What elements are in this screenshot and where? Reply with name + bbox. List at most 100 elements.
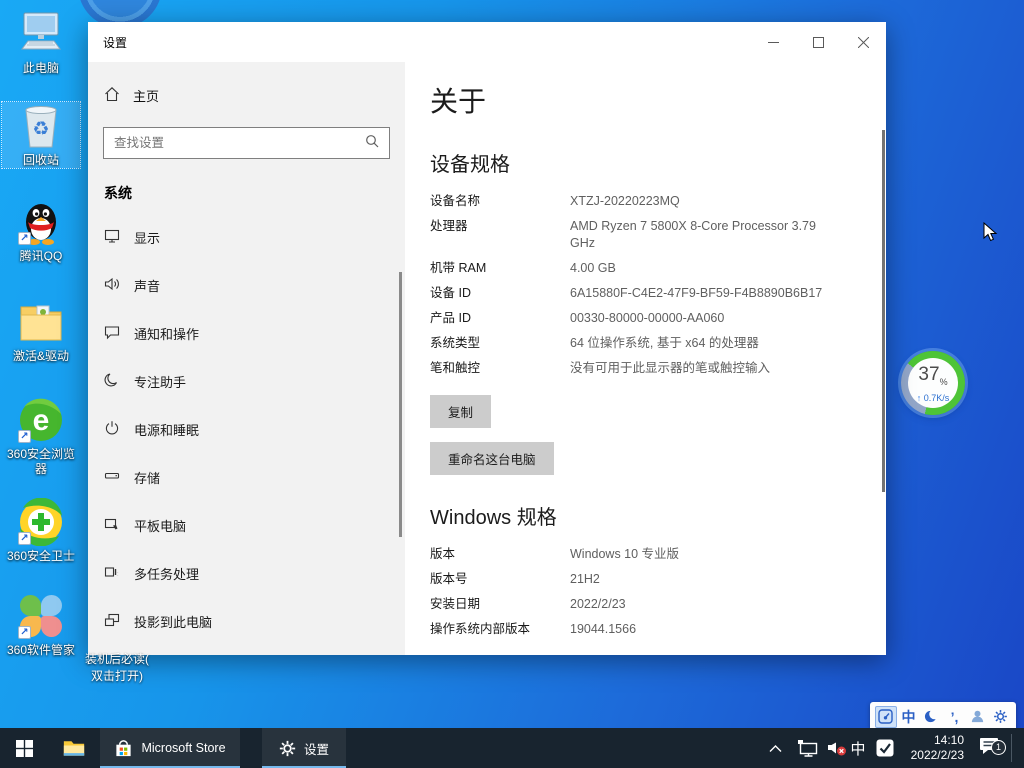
tablet-icon (104, 516, 120, 535)
tray-network[interactable] (792, 728, 822, 768)
desktop-icon-360-safe[interactable]: ↗ 360安全卫士 (2, 498, 80, 564)
action-center-button[interactable]: 1 (972, 728, 1006, 768)
network-icon (797, 739, 818, 757)
ime-settings-gear-icon[interactable] (990, 706, 1012, 728)
multitask-icon (104, 564, 120, 583)
tray-ime-indicator[interactable]: 中 (846, 728, 870, 768)
desktop-icon-label: 360软件管家 (2, 643, 80, 658)
ime-punctuation-icon[interactable]: ’, (944, 706, 966, 728)
sidebar-item-projecting[interactable]: 投影到此电脑 (88, 597, 405, 645)
desktop-icon-this-pc[interactable]: 此电脑 (2, 10, 80, 76)
search-icon[interactable] (365, 134, 389, 153)
settings-window: 设置 主页 (88, 22, 886, 655)
show-desktop-separator[interactable] (1011, 734, 1012, 762)
home-icon (104, 86, 120, 105)
taskbar-microsoft-store[interactable]: Microsoft Store (100, 728, 240, 768)
sidebar-item-multitasking[interactable]: 多任务处理 (88, 549, 405, 597)
speaker-muted-icon (827, 739, 848, 757)
svg-text:♻: ♻ (32, 119, 49, 140)
desktop-icon-label: 此电脑 (2, 61, 80, 76)
sidebar-item-focus-assist[interactable]: 专注助手 (88, 357, 405, 405)
tray-clock[interactable]: 14:10 2022/2/23 (900, 728, 964, 768)
sidebar-item-home[interactable]: 主页 (88, 76, 405, 115)
titlebar[interactable]: 设置 (88, 22, 886, 62)
net-speed-ball[interactable]: 37% ↑ 0.7K/s (901, 351, 965, 415)
sidebar-item-notifications[interactable]: 通知和操作 (88, 309, 405, 357)
sidebar-scrollbar[interactable] (399, 272, 402, 537)
spec-row: 设备名称XTZJ-20220223MQ (430, 193, 886, 210)
close-button[interactable] (841, 22, 886, 62)
file-explorer-button[interactable] (52, 728, 96, 768)
360-manager-icon: ↗ (17, 592, 65, 640)
minimize-button[interactable] (751, 22, 796, 62)
copy-button[interactable]: 复制 (430, 395, 491, 428)
sidebar-item-storage[interactable]: 存储 (88, 453, 405, 501)
sidebar-section-system: 系统 (104, 183, 405, 203)
power-icon (104, 420, 120, 439)
this-pc-icon (17, 10, 65, 58)
page-title: 关于 (430, 80, 886, 120)
tray-show-hidden-icons[interactable] (762, 728, 788, 768)
sidebar-item-tablet[interactable]: 平板电脑 (88, 501, 405, 549)
sidebar-item-power-sleep[interactable]: 电源和睡眠 (88, 405, 405, 453)
rename-pc-button[interactable]: 重命名这台电脑 (430, 442, 554, 475)
desktop-icon-readme-label[interactable]: 装机后必读( 双击打开) (84, 651, 150, 685)
desktop-icon-qq[interactable]: ↗ 腾讯QQ (2, 198, 80, 264)
device-spec-title: 设备规格 (430, 148, 886, 177)
desktop-icon-label: 回收站 (2, 153, 80, 168)
storage-icon (104, 468, 120, 487)
settings-search (103, 127, 390, 159)
desktop-icon-label: 激活&驱动 (2, 349, 80, 364)
desktop-icon-label: 腾讯QQ (2, 249, 80, 264)
moon-icon (104, 372, 120, 391)
desktop-icon-drivers-folder[interactable]: 激活&驱动 (2, 298, 80, 364)
windows-spec-title: Windows 规格 (430, 501, 886, 530)
notification-count-badge: 1 (991, 740, 1006, 755)
shortcut-arrow-icon: ↗ (18, 430, 31, 443)
spec-row: 处理器AMD Ryzen 7 5800X 8-Core Processor 3.… (430, 218, 886, 252)
project-icon (104, 612, 120, 631)
desktop-icon-360-browser[interactable]: e ↗ 360安全浏览器 (2, 396, 80, 477)
speaker-icon (104, 276, 120, 295)
svg-text:e: e (33, 404, 50, 437)
spec-row: 版本Windows 10 专业版 (430, 546, 886, 563)
sidebar-item-sound[interactable]: 声音 (88, 261, 405, 309)
start-button[interactable] (0, 728, 48, 768)
settings-sidebar: 主页 系统 显示 声音 (88, 62, 405, 655)
ime-fullwidth-moon-icon[interactable] (921, 706, 943, 728)
ime-toolbar: 中 ’, (870, 702, 1016, 731)
check-shield-icon (876, 739, 894, 757)
folder-icon (17, 298, 65, 346)
spec-row: 操作系统内部版本19044.1566 (430, 621, 886, 638)
window-title: 设置 (88, 34, 751, 51)
content-scrollbar[interactable] (882, 130, 885, 492)
windows-logo-icon (16, 740, 33, 757)
desktop-icon-360-manager[interactable]: ↗ 360软件管家 (2, 592, 80, 658)
ime-chinese-mode-icon[interactable]: 中 (898, 706, 920, 728)
desktop-icon-recycle-bin[interactable]: ♻ 回收站 (2, 102, 80, 168)
360-safe-icon: ↗ (17, 498, 65, 546)
maximize-button[interactable] (796, 22, 841, 62)
shortcut-arrow-icon: ↗ (18, 626, 31, 639)
mouse-cursor (983, 222, 998, 248)
settings-content: 关于 设备规格 设备名称XTZJ-20220223MQ 处理器AMD Ryzen… (405, 62, 886, 655)
ime-user-icon[interactable] (967, 706, 989, 728)
spec-row: 安装日期2022/2/23 (430, 596, 886, 613)
spec-row: 产品 ID00330-80000-00000-AA060 (430, 310, 886, 327)
desktop-icon-label: 360安全浏览器 (2, 447, 80, 477)
spec-row: 版本号21H2 (430, 571, 886, 588)
spec-row: 笔和触控没有可用于此显示器的笔或触控输入 (430, 360, 886, 377)
shortcut-arrow-icon: ↗ (18, 532, 31, 545)
sidebar-item-display[interactable]: 显示 (88, 213, 405, 261)
shortcut-arrow-icon: ↗ (18, 232, 31, 245)
taskbar-settings[interactable]: 设置 (262, 728, 346, 768)
notification-icon (104, 324, 120, 343)
ime-status-icon[interactable] (875, 706, 897, 728)
spec-row: 系统类型64 位操作系统, 基于 x64 的处理器 (430, 335, 886, 352)
gear-icon (279, 740, 296, 757)
monitor-icon (104, 228, 120, 247)
tray-360-icon[interactable] (872, 728, 898, 768)
desktop-icon-label: 360安全卫士 (2, 549, 80, 564)
qq-icon: ↗ (17, 198, 65, 246)
search-input[interactable] (104, 136, 365, 150)
